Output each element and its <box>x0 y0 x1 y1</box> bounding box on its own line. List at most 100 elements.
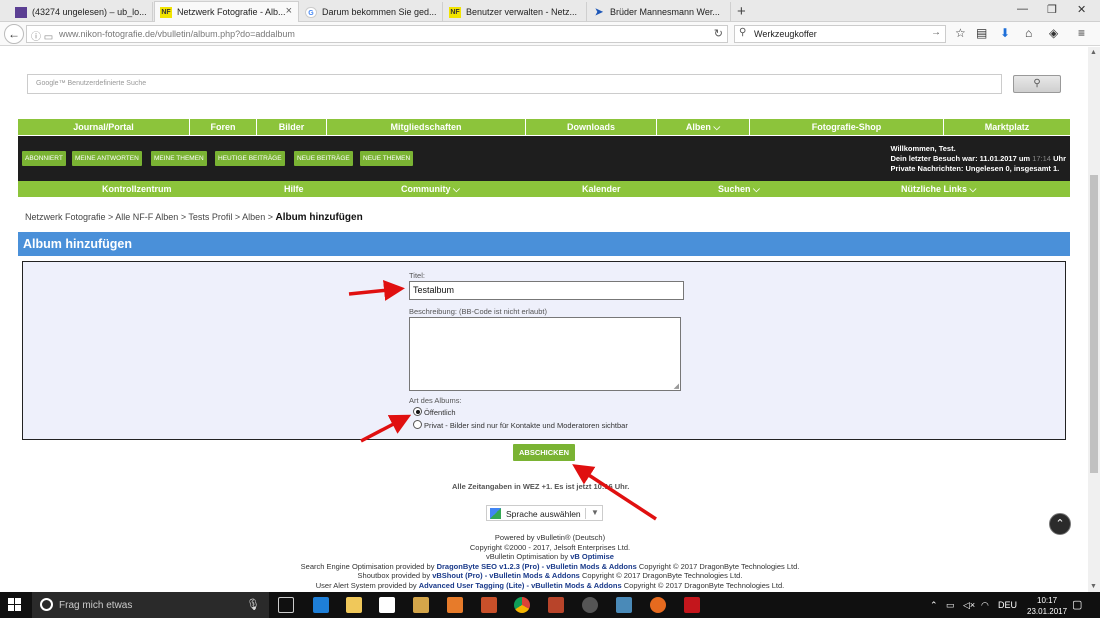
monitor-app-icon[interactable] <box>616 597 632 613</box>
browser-search-box[interactable]: ⚲ Werkzeugkoffer → <box>734 25 946 43</box>
task-view-icon[interactable] <box>278 597 294 613</box>
google-icon: G <box>305 7 317 18</box>
description-textarea[interactable]: ◢ <box>409 317 681 391</box>
battery-icon[interactable]: ▭ <box>946 600 955 611</box>
menu-label: Suchen <box>718 184 751 194</box>
timezone-note: Alle Zeitangaben in WEZ +1. Es ist jetzt… <box>452 482 630 491</box>
submit-button[interactable]: ABSCHICKEN <box>513 444 575 461</box>
menu-item-foren[interactable]: Foren <box>190 119 257 135</box>
submenu-community[interactable]: Community ⌵ <box>401 181 460 197</box>
restore-icon[interactable]: ❐ <box>1047 3 1057 16</box>
radio-public[interactable] <box>413 407 422 416</box>
google-search-button[interactable]: ⚲ <box>1013 75 1061 93</box>
menu-item-downloads[interactable]: Downloads <box>526 119 657 135</box>
menu-item-alben[interactable]: Alben ⌵ <box>657 119 750 135</box>
menu-item-journal[interactable]: Journal/Portal <box>18 119 190 135</box>
site-info-icon[interactable]: ⓘ ▭ <box>31 28 53 43</box>
file-explorer-icon[interactable] <box>346 597 362 613</box>
google-custom-search-input[interactable]: Google™ Benutzerdefinierte Suche <box>27 74 1002 94</box>
scroll-down-arrow-icon[interactable]: ▼ <box>1090 583 1097 590</box>
bookmark-star-icon[interactable]: ☆ <box>955 26 966 40</box>
reading-list-icon[interactable]: ▤ <box>976 26 987 40</box>
pocket-icon[interactable]: ◈ <box>1049 26 1058 40</box>
hamburger-menu-icon[interactable]: ≡ <box>1078 26 1085 40</box>
window-close-icon[interactable]: ✕ <box>1077 3 1086 16</box>
main-menu: Journal/Portal Foren Bilder Mitgliedscha… <box>18 119 1070 135</box>
menu-item-marktplatz[interactable]: Marktplatz <box>944 119 1070 135</box>
close-tab-icon[interactable]: × <box>286 5 292 17</box>
chrome-icon[interactable] <box>514 597 530 613</box>
submenu-kontrollzentrum[interactable]: Kontrollzentrum <box>102 181 172 197</box>
user-bar: ABONNIERT MEINE ANTWORTEN MEINE THEMEN H… <box>18 136 1070 181</box>
scroll-to-top-icon[interactable]: ⌃ <box>1049 513 1071 535</box>
quick-button-neue-themen[interactable]: NEUE THEMEN <box>360 151 414 166</box>
quick-button-meine-themen[interactable]: MEINE THEMEN <box>151 151 207 166</box>
store-icon[interactable] <box>379 597 395 613</box>
firefox-icon[interactable] <box>650 597 666 613</box>
settings-gear-icon[interactable] <box>582 597 598 613</box>
taskbar-clock[interactable]: 10:17 23.01.2017 <box>1027 595 1067 617</box>
tab-benutzer-verwalten[interactable]: NF Benutzer verwalten - Netz... <box>444 2 587 22</box>
new-tab-plus-icon[interactable]: + <box>737 3 746 20</box>
tab-darum[interactable]: G Darum bekommen Sie ged... <box>300 2 443 22</box>
minimize-icon[interactable]: — <box>1017 3 1028 15</box>
acrobat-icon[interactable] <box>684 597 700 613</box>
submenu-kalender[interactable]: Kalender <box>582 181 621 197</box>
footer-link[interactable]: DragonByte SEO v1.2.3 (Pro) - vBulletin … <box>437 562 637 571</box>
page-scrollbar[interactable]: ▲ ▼ <box>1088 47 1100 592</box>
url-bar[interactable]: ⓘ ▭ www.nikon-fotografie.de/vbulletin/al… <box>26 25 728 43</box>
tab-mail[interactable]: (43274 ungelesen) – ub_lo... <box>10 2 153 22</box>
footer-link[interactable]: Advanced User Tagging (Lite) - vBulletin… <box>419 581 622 590</box>
scroll-up-arrow-icon[interactable]: ▲ <box>1090 49 1097 56</box>
footer-line: Powered by vBulletin® (Deutsch) <box>150 533 950 543</box>
app-icon[interactable] <box>481 597 497 613</box>
download-icon[interactable]: ⬇ <box>1000 26 1010 40</box>
language-select[interactable]: Sprache auswählen ▼ <box>486 505 603 521</box>
tab-brueder-mannesmann[interactable]: ➤ Brüder Mannesmann Wer... <box>588 2 731 22</box>
footer-link[interactable]: vBShout (Pro) - vBulletin Mods & Addons <box>432 571 580 580</box>
menu-item-bilder[interactable]: Bilder <box>257 119 327 135</box>
footer-link[interactable]: vB Optimise <box>570 552 614 561</box>
title-input[interactable]: Testalbum <box>409 281 684 300</box>
menu-item-fotografie-shop[interactable]: Fotografie-Shop <box>750 119 944 135</box>
microphone-icon[interactable]: 🎙 <box>246 598 260 611</box>
language-select-label: Sprache auswählen <box>506 509 581 519</box>
wifi-icon[interactable]: ◠ <box>981 600 989 611</box>
chevron-down-icon: ⌵ <box>450 184 460 194</box>
mail-icon <box>15 7 27 18</box>
quick-button-meine-antworten[interactable]: MEINE ANTWORTEN <box>72 151 142 166</box>
cortana-search-box[interactable]: Frag mich etwas 🎙 <box>32 592 269 618</box>
menu-label: Alben <box>685 122 711 132</box>
input-language[interactable]: DEU <box>998 600 1017 610</box>
edge-icon[interactable] <box>313 597 329 613</box>
quick-button-abonniert[interactable]: ABONNIERT <box>22 151 66 166</box>
menu-item-mitgliedschaften[interactable]: Mitgliedschaften <box>327 119 526 135</box>
paint-icon[interactable] <box>548 597 564 613</box>
footer-link[interactable]: vBulletin® (Deutsch) <box>537 533 605 542</box>
speaker-muted-icon[interactable]: ◁× <box>963 600 975 611</box>
submenu-suchen[interactable]: Suchen ⌵ <box>718 181 760 197</box>
go-arrow-icon[interactable]: → <box>931 27 941 38</box>
back-arrow-icon[interactable]: ← <box>4 24 24 44</box>
resize-grip-icon[interactable]: ◢ <box>674 382 679 390</box>
tab-netzwerk-fotografie-active[interactable]: NF Netzwerk Fotografie - Alb... × <box>154 1 299 23</box>
breadcrumb-path[interactable]: Netzwerk Fotografie > Alle NF-F Alben > … <box>25 212 273 222</box>
media-player-icon[interactable] <box>413 597 429 613</box>
reload-icon[interactable]: ↻ <box>714 27 723 40</box>
photo-app-icon[interactable] <box>447 597 463 613</box>
quick-button-heutige-beitraege[interactable]: HEUTIGE BEITRÄGE <box>215 151 285 166</box>
quick-button-neue-beitraege[interactable]: NEUE BEITRÄGE <box>294 151 353 166</box>
radio-private[interactable] <box>413 420 422 429</box>
browser-search-value: Werkzeugkoffer <box>754 29 817 39</box>
tray-chevron-up-icon[interactable]: ⌃ <box>930 600 938 611</box>
bm-favicon-icon: ➤ <box>594 7 604 18</box>
private-messages-line[interactable]: Private Nachrichten: Ungelesen 0, insges… <box>890 164 1066 174</box>
search-icon: ⚲ <box>1033 78 1041 89</box>
submenu-nuetzliche-links[interactable]: Nützliche Links ⌵ <box>901 181 976 197</box>
scrollbar-thumb[interactable] <box>1090 175 1098 473</box>
notification-center-icon[interactable]: ▢ <box>1072 598 1082 611</box>
home-icon[interactable]: ⌂ <box>1025 26 1032 40</box>
footer-text: Shoutbox provided by <box>357 571 431 580</box>
submenu-hilfe[interactable]: Hilfe <box>284 181 304 197</box>
windows-start-icon[interactable] <box>8 598 22 612</box>
